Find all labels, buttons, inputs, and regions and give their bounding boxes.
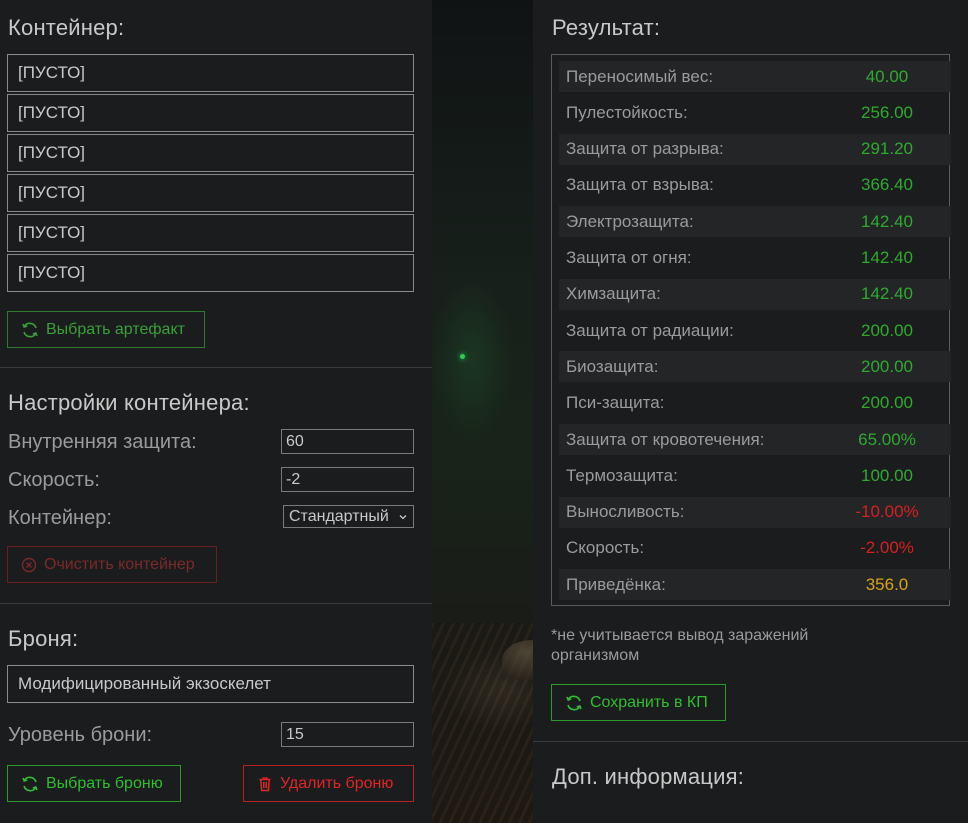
armor-slot[interactable]: Модифицированный экзоскелет <box>7 665 414 703</box>
container-type-value: Стандартный <box>289 508 389 525</box>
result-row-value: 200.00 <box>861 320 913 340</box>
inner-protection-label: Внутренняя защита: <box>8 431 197 453</box>
result-row: Биозащита: 200.00 <box>559 351 951 383</box>
result-row-value: 142.40 <box>861 248 913 267</box>
result-row-name: Переносимый вес: <box>566 66 714 86</box>
result-row-value: 142.40 <box>861 284 913 304</box>
container-type-label: Контейнер: <box>8 507 112 529</box>
result-row-value: 100.00 <box>861 465 913 485</box>
refresh-icon <box>22 776 38 791</box>
delete-armor-label: Удалить броню <box>280 774 394 792</box>
background-scene <box>432 0 562 823</box>
result-row: Пси-защита: 200.00 <box>559 388 951 419</box>
result-row-value: -2.00% <box>860 538 914 558</box>
result-row-value: 356.0 <box>865 574 909 594</box>
inner-protection-input[interactable]: 60 <box>281 429 414 454</box>
result-note: *не учитывается вывод заражений организм… <box>551 626 951 666</box>
select-armor-button[interactable]: Выбрать броню <box>7 765 181 802</box>
container-type-select[interactable]: Стандартный <box>283 505 414 528</box>
right-panel: Результат: Переносимый вес: 40.00 Пулестой… <box>533 0 968 823</box>
close-circle-icon <box>21 557 37 572</box>
result-row-value: 200.00 <box>861 356 913 376</box>
result-row-value: 200.00 <box>861 393 913 413</box>
armor-level-input[interactable]: 15 <box>281 722 414 747</box>
divider <box>533 741 968 742</box>
result-note-line-1: *не учитывается вывод заражений <box>551 627 809 644</box>
result-row: Термозащита: 100.00 <box>559 460 951 491</box>
result-note-line-2: организмом <box>551 647 640 664</box>
result-row: Скорость: -2.00% <box>559 533 951 564</box>
select-artifact-button[interactable]: Выбрать артефакт <box>7 311 205 348</box>
divider <box>0 367 432 368</box>
refresh-icon <box>22 322 38 337</box>
refresh-icon <box>566 695 582 710</box>
save-to-kp-button[interactable]: Сохранить в КП <box>551 684 726 721</box>
result-row: Защита от кровотечения: 65.00% <box>559 424 951 455</box>
result-row: Защита от разрыва: 291.20 <box>559 133 951 165</box>
armor-title: Броня: <box>8 626 79 651</box>
result-row: Переносимый вес: 40.00 <box>559 61 951 92</box>
result-row-value: 65.00% <box>858 429 916 449</box>
container-slot-3[interactable]: [ПУСТО] <box>7 134 414 172</box>
result-row: Защита от огня: 142.40 <box>559 243 951 274</box>
result-row-value: 256.00 <box>861 102 913 122</box>
left-panel: Контейнер: [ПУСТО] [ПУСТО] [ПУСТО] [ПУСТ… <box>0 0 432 823</box>
divider <box>0 603 432 604</box>
result-row: Защита от радиации: 200.00 <box>559 315 951 346</box>
container-slot-1[interactable]: [ПУСТО] <box>7 54 414 92</box>
result-row-name: Пси-защита: <box>566 393 665 413</box>
delete-armor-button[interactable]: Удалить броню <box>243 765 414 802</box>
results-table: Переносимый вес: 40.00 Пулестойкость: 256.0… <box>551 54 951 606</box>
result-row: Приведёнка: 356.0 <box>559 569 951 601</box>
result-row-name: Защита от огня: <box>566 248 692 267</box>
result-row-name: Электрозащита: <box>566 211 694 231</box>
result-row-value: -10.00% <box>855 502 919 522</box>
result-row-name: Биозащита: <box>566 356 659 376</box>
result-row-name: Защита от взрыва: <box>566 175 714 195</box>
chevron-down-icon <box>399 514 407 519</box>
container-slot-2[interactable]: [ПУСТО] <box>7 94 414 132</box>
container-slot-5[interactable]: [ПУСТО] <box>7 214 414 252</box>
result-row: Защита от взрыва: 366.40 <box>559 170 951 201</box>
speed-input[interactable]: -2 <box>281 467 414 492</box>
select-artifact-label: Выбрать артефакт <box>46 320 185 338</box>
result-row-name: Скорость: <box>566 538 645 558</box>
scene-glow-dot <box>460 354 465 359</box>
result-row: Выносливость: -10.00% <box>559 496 951 528</box>
result-row: Химзащита: 142.40 <box>559 278 951 310</box>
result-row-value: 40.00 <box>865 66 909 86</box>
save-to-kp-label: Сохранить в КП <box>590 693 708 711</box>
container-title: Контейнер: <box>8 15 125 40</box>
result-row-name: Выносливость: <box>566 502 685 522</box>
result-row-value: 291.20 <box>861 139 913 159</box>
armor-level-label: Уровень брони: <box>8 724 153 746</box>
result-row-name: Термозащита: <box>566 465 678 485</box>
container-slot-6[interactable]: [ПУСТО] <box>7 254 414 292</box>
result-row-name: Защита от радиации: <box>566 320 734 340</box>
result-row: Электрозащита: 142.40 <box>559 206 951 238</box>
trash-icon <box>259 776 271 791</box>
result-row-value: 366.40 <box>861 175 913 195</box>
result-row-name: Химзащита: <box>566 284 661 304</box>
container-slot-4[interactable]: [ПУСТО] <box>7 174 414 212</box>
select-armor-label: Выбрать броню <box>46 774 163 792</box>
clear-container-label: Очистить контейнер <box>44 555 195 573</box>
extra-info-title: Доп. информация: <box>552 764 745 789</box>
result-row: Пулестойкость: 256.00 <box>559 97 951 128</box>
result-row-value: 142.40 <box>861 211 913 231</box>
clear-container-button[interactable]: Очистить контейнер <box>7 546 217 583</box>
speed-label: Скорость: <box>8 469 100 491</box>
result-row-name: Приведёнка: <box>566 574 666 594</box>
result-row-name: Защита от разрыва: <box>566 139 724 159</box>
container-settings-title: Настройки контейнера: <box>8 390 250 415</box>
result-row-name: Пулестойкость: <box>566 102 688 122</box>
result-title: Результат: <box>552 15 661 40</box>
result-row-name: Защита от кровотечения: <box>566 429 765 449</box>
